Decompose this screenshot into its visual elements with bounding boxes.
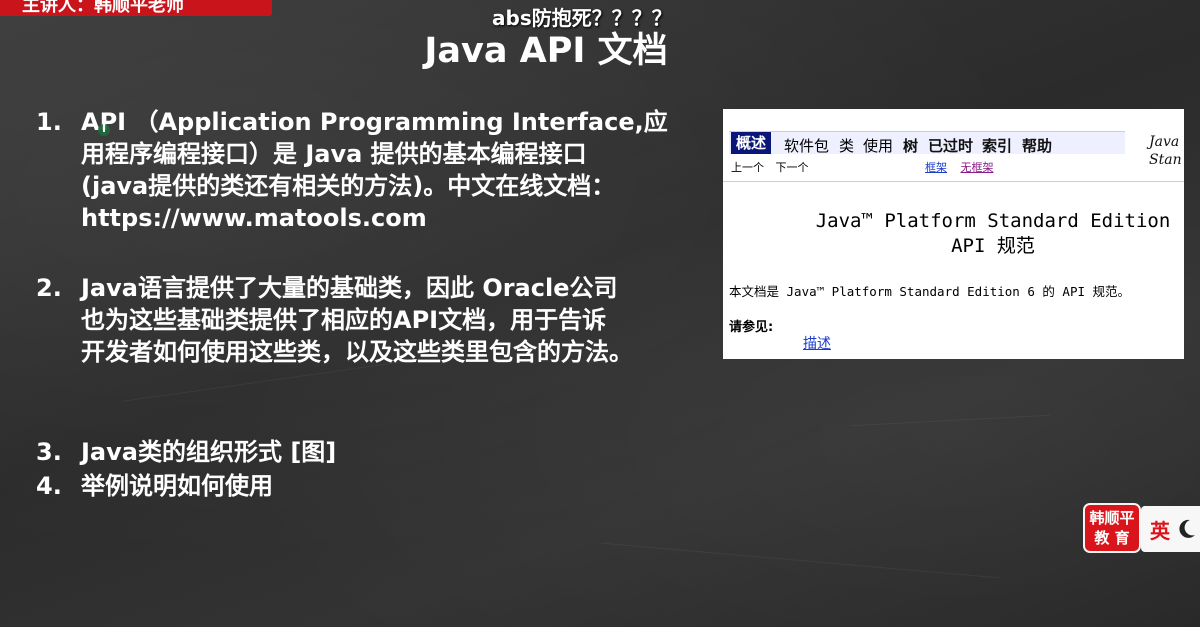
see-also-label: 请参见:	[729, 320, 774, 335]
nav-packages[interactable]: 软件包	[784, 135, 829, 156]
list-text: API （Application Programming Interface,应…	[81, 108, 668, 232]
nav-help[interactable]: 帮助	[1022, 135, 1052, 156]
doc-title: Java™ Platform Standard Edition API 规范	[815, 210, 1171, 257]
brand-logo: 韩顺平 教 育	[1083, 503, 1141, 553]
next-link[interactable]: 下一个	[776, 161, 809, 174]
frames-links: 框架 无框架	[925, 159, 994, 175]
nav-class[interactable]: 类	[839, 135, 854, 156]
list-text: Java语言提供了大量的基础类，因此 Oracle公司 也为这些基础类提供了相应…	[81, 274, 633, 366]
description-link[interactable]: 描述	[803, 333, 831, 353]
frames-link[interactable]: 框架	[925, 161, 947, 174]
doc-navbar: 概述 软件包 类 使用 树 已过时 索引 帮助	[729, 131, 1125, 156]
slide-title: Java API 文档	[424, 31, 668, 71]
ime-toolbar[interactable]: 英	[1141, 506, 1200, 552]
nav-overview[interactable]: 概述	[731, 132, 772, 154]
api-doc-screenshot: 概述 软件包 类 使用 树 已过时 索引 帮助 Java Stan 上一个 下一…	[723, 109, 1184, 359]
divider	[723, 181, 1184, 182]
doc-subnav: 上一个 下一个	[731, 159, 817, 175]
list-number: 2.	[36, 274, 62, 302]
nav-index[interactable]: 索引	[982, 135, 1012, 156]
mouse-cursor-icon	[98, 120, 110, 136]
list-text: Java类的组织形式 [图]	[81, 438, 337, 466]
no-frames-link[interactable]: 无框架	[961, 161, 994, 174]
nav-use[interactable]: 使用	[863, 135, 893, 156]
doc-side-title: Java Stan	[1149, 134, 1182, 168]
moon-icon[interactable]	[1177, 518, 1197, 540]
nav-tree[interactable]: 树	[903, 135, 918, 156]
doc-description: 本文档是 Java™ Platform Standard Edition 6 的…	[729, 284, 1131, 299]
list-number: 3.	[36, 438, 62, 466]
list-number: 4.	[36, 472, 62, 500]
presenter-banner: 主讲人：韩顺平老师	[0, 0, 272, 16]
ime-language-toggle[interactable]: 英	[1150, 515, 1170, 544]
prev-link[interactable]: 上一个	[731, 161, 764, 174]
list-text: 举例说明如何使用	[81, 472, 273, 500]
nav-deprecated[interactable]: 已过时	[928, 135, 973, 156]
list-number: 1.	[36, 108, 62, 136]
